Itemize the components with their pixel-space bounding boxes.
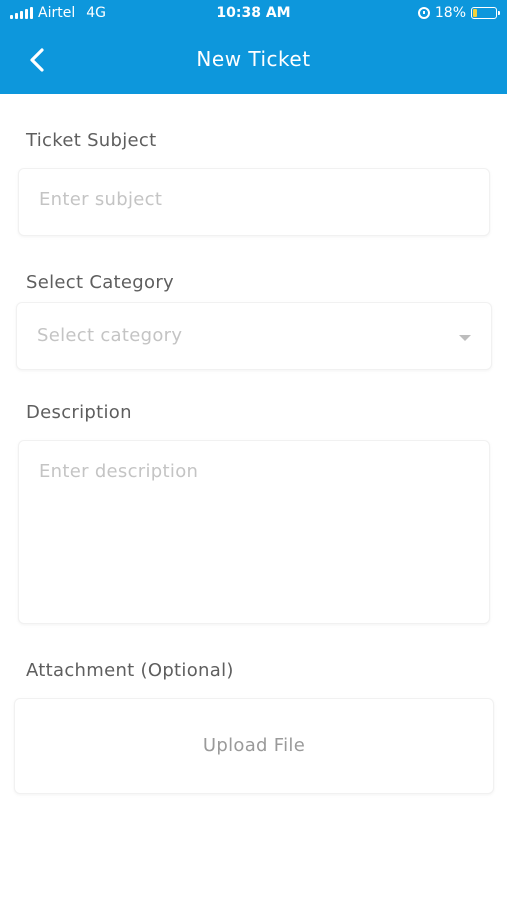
description-placeholder: Enter description xyxy=(39,461,199,482)
app-header: Airtel 4G 10:38 AM 18% New Ticket xyxy=(0,0,507,94)
upload-file-label: Upload File xyxy=(202,735,306,756)
attachment-label: Attachment (Optional) xyxy=(26,660,234,681)
status-bar: Airtel 4G 10:38 AM 18% xyxy=(0,0,507,28)
battery-icon xyxy=(471,7,500,19)
battery-percent: 18% xyxy=(434,5,466,21)
category-label: Select Category xyxy=(26,272,174,293)
status-right: 18% xyxy=(417,5,500,21)
subject-input[interactable]: Enter subject xyxy=(18,168,490,236)
category-select[interactable]: Select category xyxy=(16,302,492,370)
subject-label: Ticket Subject xyxy=(26,130,157,151)
caret-down-icon xyxy=(459,335,471,341)
orientation-lock-icon xyxy=(417,7,430,19)
upload-file-button[interactable]: Upload File xyxy=(14,698,494,794)
description-textarea[interactable]: Enter description xyxy=(18,440,490,624)
description-label: Description xyxy=(26,402,132,423)
battery-level xyxy=(473,9,477,17)
subject-placeholder: Enter subject xyxy=(39,189,163,210)
page-title: New Ticket xyxy=(196,47,311,71)
category-placeholder: Select category xyxy=(37,325,183,346)
